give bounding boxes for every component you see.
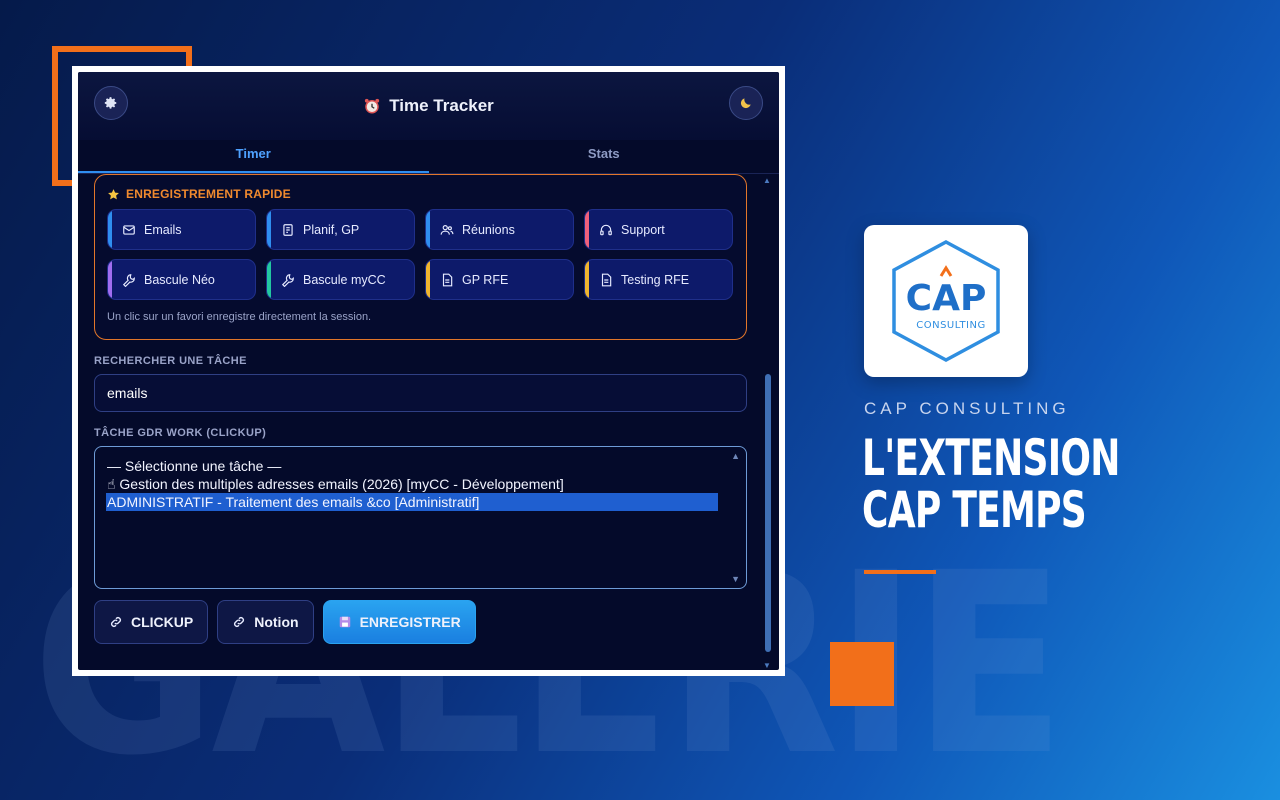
scroll-down-arrow-icon[interactable]: ▼	[763, 661, 771, 670]
select-scroll-down-icon[interactable]: ▼	[731, 574, 740, 584]
scrollbar-thumb[interactable]	[765, 374, 771, 652]
decorative-orange-line	[864, 570, 936, 574]
headset-icon	[600, 224, 612, 235]
favorite-label: Support	[621, 222, 665, 237]
clickup-button-label: CLICKUP	[131, 614, 194, 630]
headline: L'EXTENSION CAP TEMPS	[862, 432, 1120, 536]
wrench-icon	[281, 273, 294, 287]
favorite-label: Bascule Néo	[144, 272, 215, 287]
favorite-label: Bascule myCC	[303, 272, 386, 287]
cap-consulting-logo: CAP CONSULTING	[864, 225, 1028, 377]
search-label: RECHERCHER UNE TÂCHE	[94, 355, 247, 367]
task-select[interactable]: — Sélectionne une tâche — ☝ Gestion des …	[94, 446, 747, 589]
favorite-label: Testing RFE	[621, 272, 690, 287]
cap-consulting-logo-mark: CAP CONSULTING	[892, 240, 1000, 362]
scroll-up-arrow-icon[interactable]: ▲	[763, 176, 771, 185]
task-option[interactable]: — Sélectionne une tâche —	[107, 457, 734, 475]
headline-line-2: CAP TEMPS	[862, 481, 1087, 539]
extension-popup-frame: Time Tracker Timer Stats ENREGISTREMENT …	[72, 66, 785, 676]
calendar-icon	[283, 223, 293, 236]
moon-icon	[740, 98, 751, 109]
alarm-clock-icon	[365, 98, 380, 114]
clickup-button[interactable]: CLICKUP	[94, 600, 209, 644]
users-icon	[440, 224, 454, 235]
favorite-planif-gp[interactable]: Planif, GP	[266, 209, 415, 250]
favorite-emails[interactable]: Emails	[107, 209, 256, 250]
action-bar: CLICKUP Notion ENREGISTRER	[94, 600, 747, 644]
popup-scrollbar[interactable]: ▲ ▼	[763, 176, 773, 670]
popup-header: Time Tracker	[78, 72, 779, 140]
task-option-selected[interactable]: ADMINISTRATIF - Traitement des emails &c…	[106, 493, 718, 511]
document-icon	[442, 273, 453, 286]
task-option[interactable]: ☝ Gestion des multiples adresses emails …	[107, 475, 734, 493]
tab-bar: Timer Stats	[78, 140, 779, 174]
logo-sub-text: CONSULTING	[916, 320, 985, 331]
favorite-bascule-neo[interactable]: Bascule Néo	[107, 259, 256, 300]
save-button-label: ENREGISTRER	[359, 614, 461, 630]
favorite-label: Planif, GP	[303, 222, 360, 237]
favorite-support[interactable]: Support	[584, 209, 733, 250]
quick-save-section: ENREGISTREMENT RAPIDE Emails Planif, GP …	[94, 174, 747, 340]
decorative-orange-square	[830, 642, 894, 706]
mail-icon	[123, 224, 135, 235]
favorite-label: Réunions	[462, 222, 515, 237]
notion-button-label: Notion	[254, 614, 299, 630]
popup-title: Time Tracker	[363, 96, 494, 116]
task-label: TÂCHE GDR WORK (CLICKUP)	[94, 427, 267, 439]
quick-save-title: ENREGISTREMENT RAPIDE	[107, 187, 734, 201]
star-icon	[108, 188, 119, 199]
brand-name: CAP CONSULTING	[864, 399, 1070, 418]
favorite-reunions[interactable]: Réunions	[425, 209, 574, 250]
logo-main-text: CAP	[906, 278, 987, 319]
extension-popup: Time Tracker Timer Stats ENREGISTREMENT …	[78, 72, 779, 670]
tab-timer[interactable]: Timer	[78, 140, 429, 173]
theme-toggle-button[interactable]	[729, 86, 763, 120]
link-icon	[111, 617, 121, 627]
select-scroll-up-icon[interactable]: ▲	[731, 451, 740, 461]
quick-save-hint: Un clic sur un favori enregistre directe…	[107, 311, 372, 323]
popup-content: ENREGISTREMENT RAPIDE Emails Planif, GP …	[94, 174, 747, 644]
notion-button[interactable]: Notion	[217, 600, 314, 644]
quick-save-title-text: ENREGISTREMENT RAPIDE	[126, 187, 291, 201]
headline-line-1: L'EXTENSION	[862, 429, 1120, 487]
wrench-icon	[122, 273, 135, 287]
settings-button[interactable]	[94, 86, 128, 120]
save-button[interactable]: ENREGISTRER	[322, 600, 476, 644]
favorite-testing-rfe[interactable]: Testing RFE	[584, 259, 733, 300]
popup-title-text: Time Tracker	[389, 96, 494, 115]
gear-icon	[104, 97, 117, 109]
favorite-label: GP RFE	[462, 272, 509, 287]
favorites-grid: Emails Planif, GP Réunions Support Bascu…	[107, 209, 734, 300]
floppy-disk-icon	[339, 616, 350, 628]
favorite-gp-rfe[interactable]: GP RFE	[425, 259, 574, 300]
search-input[interactable]	[94, 374, 747, 412]
favorite-label: Emails	[144, 222, 182, 237]
link-icon	[234, 617, 245, 627]
document-icon	[601, 273, 612, 286]
tab-stats[interactable]: Stats	[429, 140, 780, 173]
favorite-bascule-mycc[interactable]: Bascule myCC	[266, 259, 415, 300]
